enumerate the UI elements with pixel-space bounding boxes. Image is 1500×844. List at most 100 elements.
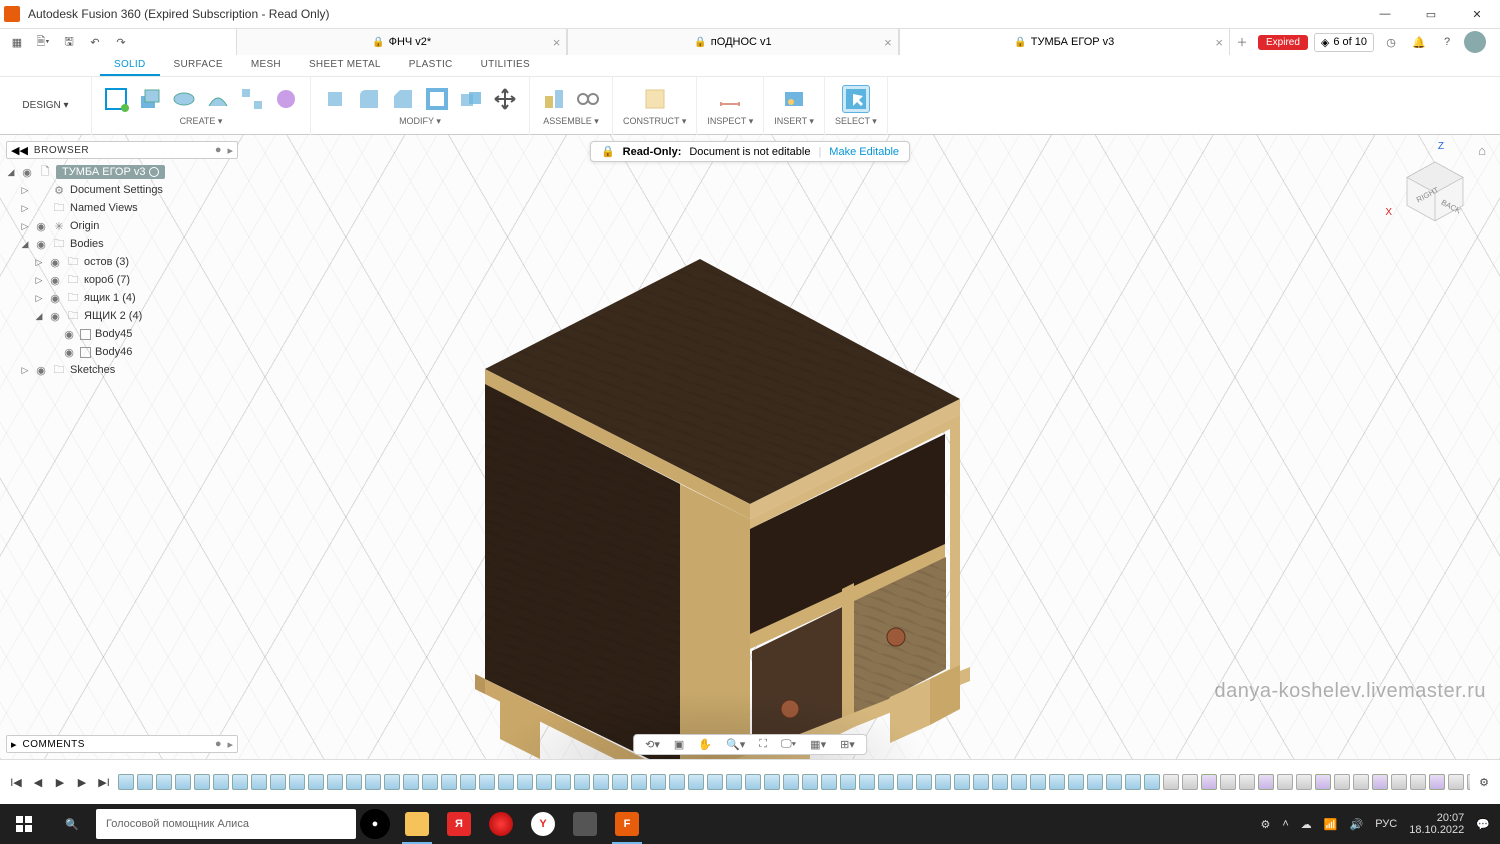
user-avatar[interactable] — [1464, 31, 1486, 53]
viewcube[interactable]: RIGHT BACK — [1400, 155, 1470, 225]
timeline-feature[interactable] — [764, 774, 780, 790]
timeline-feature[interactable] — [650, 774, 666, 790]
timeline-feature[interactable] — [1125, 774, 1141, 790]
doc-tab-2[interactable]: 🔒 ТУМБА ЕГОР v3 × — [899, 29, 1230, 55]
ribbon-label-assemble[interactable]: ASSEMBLE ▾ — [543, 116, 599, 127]
timeline-end-button[interactable]: ▶I — [96, 774, 112, 790]
timeline-feature[interactable] — [745, 774, 761, 790]
timeline-feature[interactable] — [878, 774, 894, 790]
timeline-feature[interactable] — [479, 774, 495, 790]
timeline-feature[interactable] — [1258, 774, 1274, 790]
comments-panel-header[interactable]: ▸ COMMENTS ● ▸ — [6, 735, 238, 753]
timeline-feature[interactable] — [593, 774, 609, 790]
arrow-icon[interactable]: ▸ — [227, 144, 233, 157]
help-button[interactable]: ? — [1436, 31, 1458, 53]
timeline-feature[interactable] — [669, 774, 685, 790]
tray-volume-icon[interactable]: 🔊 — [1350, 818, 1364, 831]
tray-notification-icon[interactable]: 💬 — [1476, 818, 1490, 831]
timeline-feature[interactable] — [156, 774, 172, 790]
construct-button[interactable] — [641, 85, 669, 113]
ribbon-label-insert[interactable]: INSERT ▾ — [774, 116, 814, 127]
timeline-play-button[interactable]: ▶ — [52, 774, 68, 790]
notifications-button[interactable]: 🔔 — [1408, 31, 1430, 53]
timeline-feature[interactable] — [403, 774, 419, 790]
ribbon-label-construct[interactable]: CONSTRUCT ▾ — [623, 116, 686, 127]
timeline-start-button[interactable]: I◀ — [8, 774, 24, 790]
make-editable-link[interactable]: Make Editable — [829, 146, 899, 158]
taskbar-app-browser[interactable]: Y — [522, 804, 564, 844]
timeline-feature[interactable] — [365, 774, 381, 790]
timeline-feature[interactable] — [1334, 774, 1350, 790]
timeline-feature[interactable] — [517, 774, 533, 790]
tree-item[interactable]: ▷◉🗀короб (7) — [6, 271, 238, 289]
ribbon-label-inspect[interactable]: INSPECT ▾ — [707, 116, 753, 127]
clock-date[interactable]: 18.10.2022 — [1409, 824, 1464, 836]
tree-item[interactable]: ▷◉🗀остов (3) — [6, 253, 238, 271]
pattern-button[interactable] — [238, 85, 266, 113]
timeline-feature[interactable] — [213, 774, 229, 790]
timeline-feature[interactable] — [1011, 774, 1027, 790]
timeline-feature[interactable] — [460, 774, 476, 790]
file-menu-button[interactable]: 🗎▾ — [32, 31, 54, 53]
revolve-button[interactable] — [170, 85, 198, 113]
timeline-feature[interactable] — [1448, 774, 1464, 790]
fit-button[interactable]: ⛶ — [756, 738, 770, 751]
timeline-feature[interactable] — [631, 774, 647, 790]
clock-time[interactable]: 20:07 — [1409, 812, 1464, 824]
move-button[interactable] — [491, 85, 519, 113]
timeline-feature[interactable] — [707, 774, 723, 790]
gear-icon[interactable]: ● — [215, 738, 222, 750]
timeline-feature[interactable] — [840, 774, 856, 790]
assemble-button[interactable] — [540, 85, 568, 113]
tree-item[interactable]: ▷⚙Document Settings — [6, 181, 238, 199]
mic-icon[interactable]: ● — [360, 809, 390, 839]
start-button[interactable] — [0, 804, 48, 844]
timeline-feature[interactable] — [327, 774, 343, 790]
timeline-feature[interactable] — [992, 774, 1008, 790]
timeline-feature[interactable] — [783, 774, 799, 790]
loft-button[interactable] — [204, 85, 232, 113]
timeline-feature[interactable] — [1049, 774, 1065, 790]
timeline-feature[interactable] — [289, 774, 305, 790]
timeline-feature[interactable] — [1467, 774, 1470, 790]
timeline-feature[interactable] — [1410, 774, 1426, 790]
timeline-feature[interactable] — [935, 774, 951, 790]
ribbon-label-select[interactable]: SELECT ▾ — [835, 116, 877, 127]
viewport[interactable]: 🔒 Read-Only: Document is not editable | … — [0, 135, 1500, 759]
timeline-feature[interactable] — [422, 774, 438, 790]
timeline-feature[interactable] — [1182, 774, 1198, 790]
timeline-feature[interactable] — [137, 774, 153, 790]
timeline-feature[interactable] — [1030, 774, 1046, 790]
timeline-feature[interactable] — [1429, 774, 1445, 790]
gear-icon[interactable]: ● — [215, 144, 222, 156]
lookat-button[interactable]: ▣ — [671, 738, 687, 751]
timeline-feature[interactable] — [1277, 774, 1293, 790]
taskbar-app-game[interactable] — [564, 804, 606, 844]
timeline-feature[interactable] — [1296, 774, 1312, 790]
taskbar-app-yandex[interactable]: Я — [438, 804, 480, 844]
presspull-button[interactable] — [321, 85, 349, 113]
tab-plastic[interactable]: PLASTIC — [395, 55, 467, 76]
tree-root[interactable]: ◢◉🗋 ТУМБА ЕГОР v3 — [6, 163, 238, 181]
timeline-feature[interactable] — [612, 774, 628, 790]
tab-sheetmetal[interactable]: SHEET METAL — [295, 55, 395, 76]
timeline-feature[interactable] — [308, 774, 324, 790]
tree-item[interactable]: ▷◉🗀ящик 1 (4) — [6, 289, 238, 307]
timeline-feature[interactable] — [802, 774, 818, 790]
tray-wifi-icon[interactable]: 📶 — [1324, 818, 1338, 831]
timeline-track[interactable] — [118, 769, 1470, 795]
tree-item[interactable]: ▷◉✳Origin — [6, 217, 238, 235]
chamfer-button[interactable] — [389, 85, 417, 113]
extensions-button[interactable]: ◷ — [1380, 31, 1402, 53]
timeline-feature[interactable] — [916, 774, 932, 790]
tray-icon[interactable]: ⚙ — [1260, 818, 1270, 831]
timeline-feature[interactable] — [1068, 774, 1084, 790]
doc-tab-0[interactable]: 🔒 ФНЧ v2* × — [236, 29, 567, 55]
timeline-feature[interactable] — [859, 774, 875, 790]
timeline-feature[interactable] — [897, 774, 913, 790]
ribbon-label-create[interactable]: CREATE ▾ — [180, 116, 223, 127]
sketch-button[interactable] — [102, 85, 130, 113]
tray-up-icon[interactable]: ˄ — [1282, 818, 1288, 830]
timeline-feature[interactable] — [1106, 774, 1122, 790]
timeline-feature[interactable] — [1144, 774, 1160, 790]
